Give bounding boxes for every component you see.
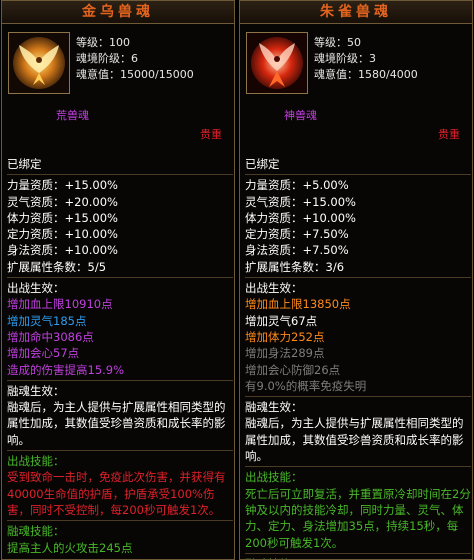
attribute-line: 增加体力252点 [245,329,325,344]
attribute-line: 受到致命一击时，免疫此次伤害，并获得有40000生命值的护盾，护盾承受100%伤… [7,470,226,517]
golden-crow-icon[interactable] [8,32,70,94]
divider [245,396,471,398]
soul-will-text: 魂意值：15000/15000 [76,68,194,81]
attribute-line: 已绑定 [7,157,42,171]
attribute-line: 出战技能： [245,470,303,485]
attribute-line: 增加命中3086点 [7,329,94,344]
soul-stats: 等级：50 魂境阶级：3 魂意值：1580/4000 [314,35,418,83]
attribute-line: 融魂生效： [7,383,65,398]
attribute-line: 定力资质：+10.00% [7,227,118,242]
soul-card-golden-crow: 金乌兽魂 等级：100 魂境阶级：6 魂意值：15000/15000 荒兽魂 贵… [1,0,235,560]
divider [245,466,471,468]
soul-tier: 荒兽魂 [56,109,89,122]
attribute-line: 扩展属性条数：3/6 [245,259,345,274]
level-text: 等级：100 [76,36,130,49]
attribute-line: 增加血上限10910点 [7,297,113,312]
attribute-line: 扩展属性条数：5/5 [7,259,107,274]
attribute-line: 定力资质：+7.50% [245,227,349,242]
attribute-list: 已绑定力量资质：+15.00% 灵气资质：+20.00% 体力资质：+15.00% 定… [7,156,233,556]
attribute-line: 融魂技能： [245,556,471,559]
attribute-line: 造成的伤害提高15.9% [7,362,125,377]
grade-label: 贵重 [438,128,460,141]
soul-card-vermilion-bird: 朱雀兽魂 等级：50 魂境阶级：3 魂意值：1580/4000 神兽魂 贵重 已… [239,0,473,560]
attribute-line: 力量资质：+15.00% [7,178,118,193]
attribute-line: 身法资质：+10.00% [7,243,118,258]
attribute-line: 融魂生效： [245,400,303,415]
attribute-line: 提高主人的火攻击245点 [7,540,133,555]
attribute-line: 增加会心57点 [7,346,80,361]
attribute-line: 增加灵气185点 [7,313,87,328]
attribute-line: 融魂后，为主人提供与扩展属性相同类型的属性加成，其数值受珍兽资质和成长率的影响。 [7,400,226,447]
soul-tier: 神兽魂 [284,109,317,122]
attribute-line: 融魂后，为主人提供与扩展属性相同类型的属性加成，其数值受珍兽资质和成长率的影响。 [245,416,464,464]
divider [7,379,233,381]
divider [245,174,471,176]
divider [245,552,471,554]
attribute-line: 增加会心防御26点 [245,362,341,377]
attribute-line: 增加灵气67点 [245,313,318,328]
realm-stage-text: 魂境阶级：6 [76,52,138,65]
level-text: 等级：50 [314,36,361,49]
attribute-line: 增加身法289点 [245,346,325,361]
attribute-line: 融魂技能： [7,524,65,539]
divider [245,277,471,279]
attribute-line: 死亡后可立即复活，并重置原冷却时间在2分钟及以内的技能冷却，同时力量、灵气、体力… [245,486,471,550]
attribute-line: 出战生效： [245,281,303,296]
attribute-line: 增加血上限13850点 [245,297,351,312]
attribute-line: 已绑定 [245,157,280,171]
attribute-line: 身法资质：+7.50% [245,243,349,258]
attribute-line: 体力资质：+10.00% [245,210,356,225]
divider [7,520,233,522]
attribute-line: 出战生效： [7,281,65,296]
divider [7,277,233,279]
divider [7,174,233,176]
attribute-line: 有9.0%的概率免疫失明 [245,378,367,393]
attribute-line: 灵气资质：+15.00% [245,194,356,209]
attribute-line: 力量资质：+5.00% [245,178,349,193]
soul-title: 朱雀兽魂 [240,1,472,24]
grade-label: 贵重 [200,128,222,141]
realm-stage-text: 魂境阶级：3 [314,52,376,65]
attribute-line: 灵气资质：+20.00% [7,194,118,209]
attribute-list: 已绑定力量资质：+5.00% 灵气资质：+15.00% 体力资质：+10.00% 定力… [245,156,471,559]
soul-title: 金乌兽魂 [2,1,234,24]
divider [7,450,233,452]
soul-will-text: 魂意值：1580/4000 [314,68,418,81]
attribute-line: 出战技能： [7,454,65,469]
soul-stats: 等级：100 魂境阶级：6 魂意值：15000/15000 [76,35,194,83]
vermilion-bird-icon[interactable] [246,32,308,94]
attribute-line: 体力资质：+15.00% [7,210,118,225]
